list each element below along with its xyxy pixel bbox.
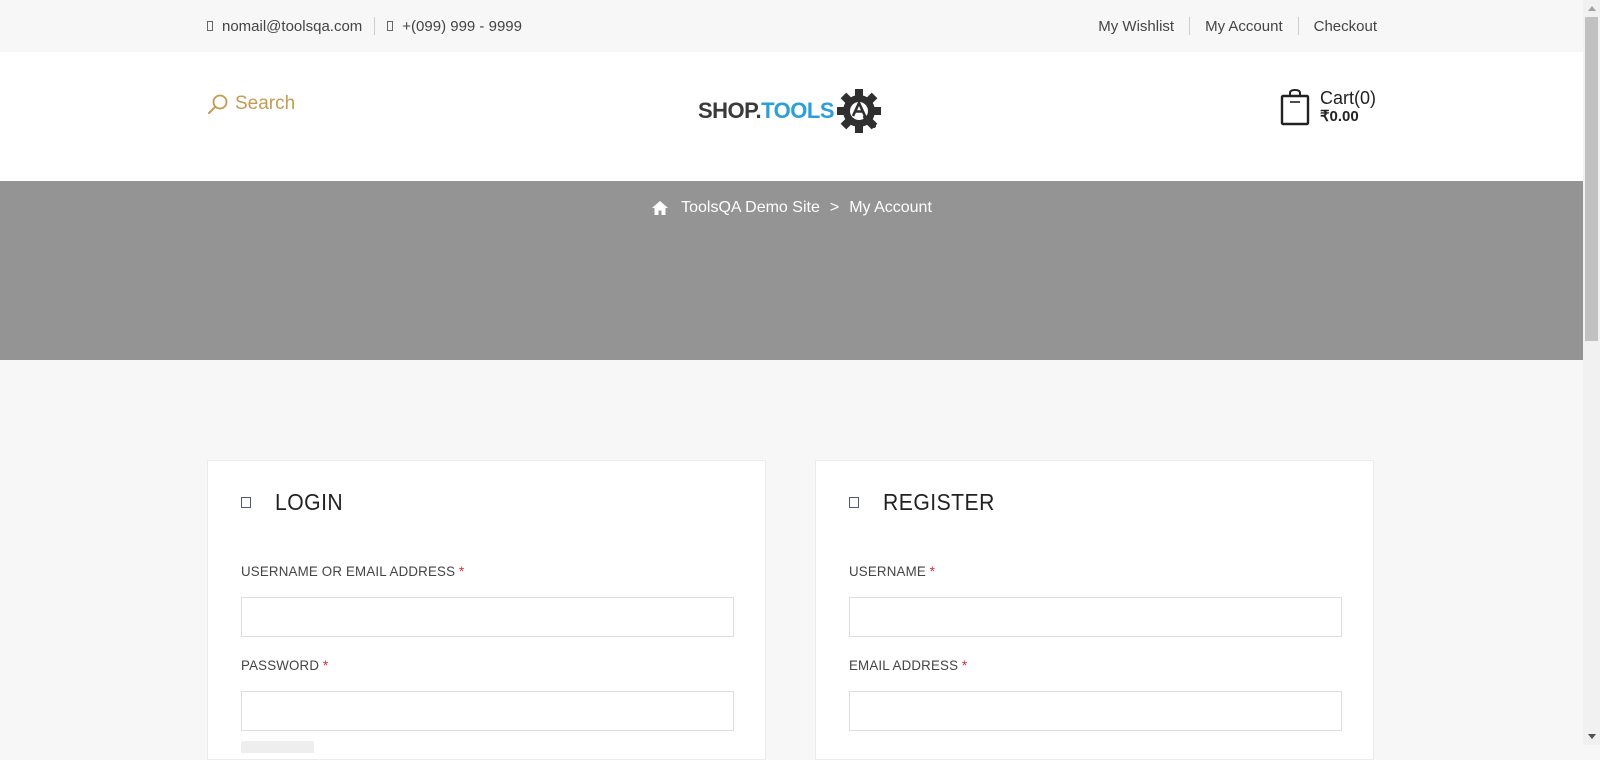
phone-text: +(099) 999 - 9999 xyxy=(402,17,522,35)
user-icon xyxy=(241,497,251,508)
login-button[interactable] xyxy=(241,741,314,753)
search-label: Search xyxy=(235,93,296,114)
mail-icon xyxy=(207,21,213,31)
required-mark: * xyxy=(929,563,936,579)
page-scrollbar[interactable] xyxy=(1583,0,1600,745)
password-label: PASSWORD * xyxy=(241,657,328,673)
divider xyxy=(1297,17,1299,35)
my-account-link[interactable]: My Account xyxy=(1205,18,1283,35)
breadcrumb-home-link[interactable]: ToolsQA Demo Site xyxy=(681,199,820,217)
reg-username-label: USERNAME * xyxy=(849,563,935,579)
login-username-input[interactable] xyxy=(241,597,734,637)
username-label-text: USERNAME OR EMAIL ADDRESS xyxy=(241,563,456,579)
logo-text-tools: TOOLS xyxy=(761,98,835,123)
home-icon[interactable] xyxy=(651,200,669,216)
cart-widget[interactable]: Cart(0) ₹0.00 xyxy=(1280,88,1376,126)
username-label: USERNAME OR EMAIL ADDRESS * xyxy=(241,563,464,579)
page-banner: ToolsQA Demo Site > My Account xyxy=(0,181,1583,360)
divider xyxy=(374,17,376,35)
logo-text-shop: SHOP. xyxy=(698,98,762,123)
shopping-bag-icon xyxy=(1280,88,1310,126)
cart-text: Cart(0) ₹0.00 xyxy=(1320,88,1376,126)
user-plus-icon xyxy=(849,497,859,508)
divider xyxy=(1189,17,1191,35)
checkout-link[interactable]: Checkout xyxy=(1314,18,1377,35)
login-heading: LOGIN xyxy=(241,489,349,516)
register-title: REGISTER xyxy=(883,489,995,515)
reg-email-label-text: EMAIL ADDRESS xyxy=(849,657,959,673)
login-panel: LOGIN USERNAME OR EMAIL ADDRESS * PASSWOR… xyxy=(207,460,766,760)
phone-icon xyxy=(387,21,394,31)
site-logo[interactable]: SHOP. TOOLS xyxy=(698,88,882,134)
site-header: Search SHOP. TOOLS Cart(0) ₹0.00 xyxy=(0,52,1583,181)
breadcrumb-separator: > xyxy=(829,199,840,216)
cart-price: ₹0.00 xyxy=(1320,108,1359,125)
breadcrumb-current: My Account xyxy=(849,199,932,216)
required-mark: * xyxy=(458,563,465,579)
gear-icon xyxy=(837,89,882,133)
scroll-up-arrow-icon[interactable] xyxy=(1583,0,1600,17)
required-mark: * xyxy=(322,657,329,673)
register-email-input[interactable] xyxy=(849,691,1342,731)
email-item: nomail@toolsqa.com xyxy=(207,18,362,35)
email-text: nomail@toolsqa.com xyxy=(222,17,363,35)
my-wishlist-link[interactable]: My Wishlist xyxy=(1098,18,1174,35)
contact-info: nomail@toolsqa.com +(099) 999 - 9999 xyxy=(207,0,522,52)
register-username-input[interactable] xyxy=(849,597,1342,637)
phone-item: +(099) 999 - 9999 xyxy=(387,18,522,35)
register-panel: REGISTER USERNAME * EMAIL ADDRESS * xyxy=(815,460,1374,760)
login-password-input[interactable] xyxy=(241,691,734,731)
cart-label: Cart(0) xyxy=(1320,88,1377,108)
scroll-down-arrow-icon[interactable] xyxy=(1583,728,1600,745)
search-icon xyxy=(208,94,228,114)
top-bar: nomail@toolsqa.com +(099) 999 - 9999 My … xyxy=(0,0,1583,53)
password-label-text: PASSWORD xyxy=(241,657,320,673)
login-title: LOGIN xyxy=(275,489,344,515)
reg-username-label-text: USERNAME xyxy=(849,563,926,579)
top-links: My Wishlist My Account Checkout xyxy=(1098,0,1377,52)
required-mark: * xyxy=(961,657,968,673)
search-button[interactable]: Search xyxy=(207,93,295,115)
breadcrumb: ToolsQA Demo Site > My Account xyxy=(0,199,1583,217)
scrollbar-thumb[interactable] xyxy=(1585,17,1598,341)
reg-email-label: EMAIL ADDRESS * xyxy=(849,657,967,673)
register-heading: REGISTER xyxy=(849,489,1005,516)
